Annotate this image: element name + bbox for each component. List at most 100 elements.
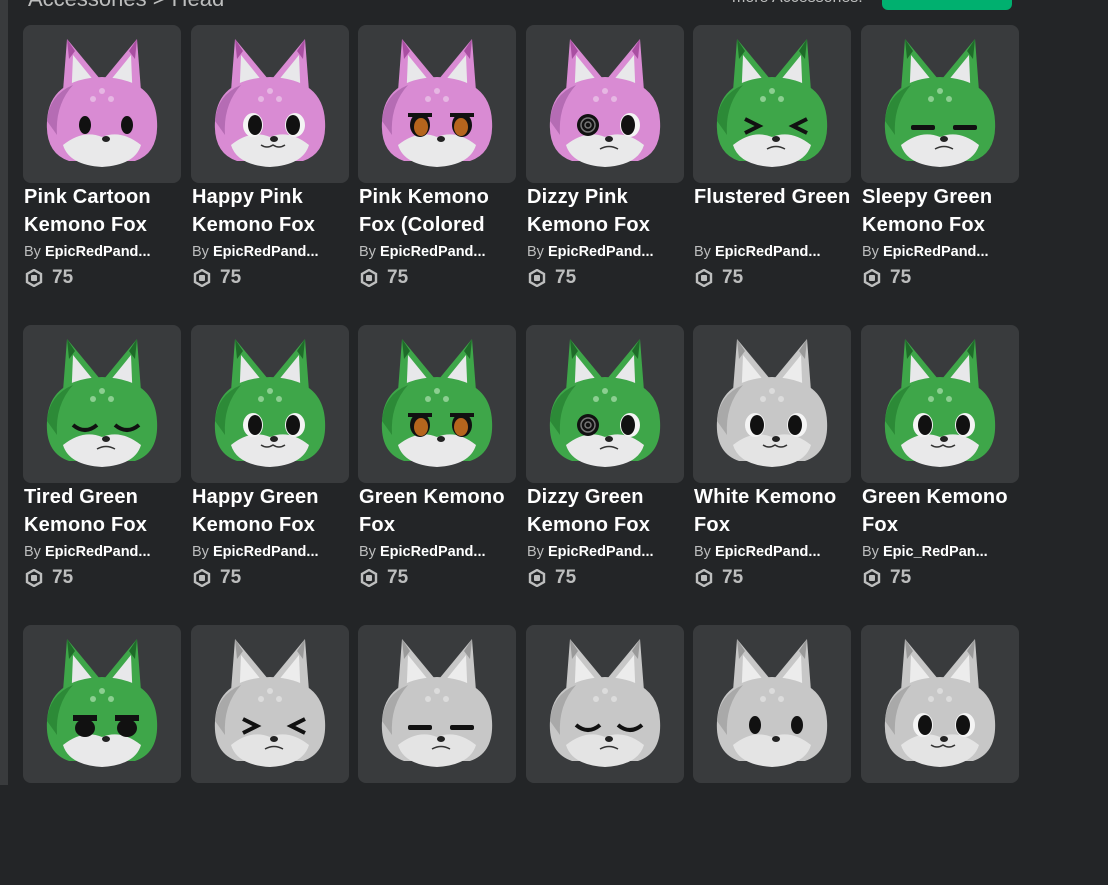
creator-link[interactable]: EpicRedPand... <box>45 544 151 560</box>
item-thumbnail[interactable] <box>526 325 684 483</box>
creator-link[interactable]: EpicRedPand... <box>548 544 654 560</box>
item-card[interactable] <box>693 625 851 885</box>
creator-link[interactable]: EpicRedPand... <box>213 544 319 560</box>
item-card[interactable]: Tired Green Kemono Fox By EpicRedPand...… <box>23 325 184 588</box>
item-card[interactable] <box>861 625 1019 885</box>
creator-by-label: By <box>862 244 879 260</box>
item-name[interactable]: Happy Pink Kemono Fox <box>192 183 352 239</box>
creator-by-label: By <box>359 544 376 560</box>
left-scroll-rail <box>0 0 8 785</box>
robux-icon <box>863 568 881 588</box>
item-card[interactable] <box>358 625 516 885</box>
item-name[interactable]: Sleepy Green Kemono Fox <box>862 183 1022 239</box>
item-name[interactable]: Green Kemono Fox <box>359 483 519 539</box>
item-thumbnail[interactable] <box>358 25 516 183</box>
creator-link[interactable]: EpicRedPand... <box>380 244 486 260</box>
item-thumbnail[interactable] <box>861 325 1019 483</box>
breadcrumb[interactable]: Accessories > Head <box>28 0 224 10</box>
more-accessories-label: more Accessories. <box>732 0 863 8</box>
item-thumbnail[interactable] <box>23 325 181 483</box>
item-card[interactable] <box>191 625 349 885</box>
item-creator: By EpicRedPand... <box>694 543 854 561</box>
robux-icon <box>695 268 713 288</box>
creator-link[interactable]: EpicRedPand... <box>883 244 989 260</box>
item-creator: By EpicRedPand... <box>192 243 352 261</box>
item-creator: By EpicRedPand... <box>694 243 854 261</box>
price-value: 75 <box>555 267 577 288</box>
item-card[interactable]: Dizzy Pink Kemono Fox By EpicRedPand... … <box>526 25 687 288</box>
creator-link[interactable]: EpicRedPand... <box>380 544 486 560</box>
item-name[interactable]: White Kemono Fox <box>694 483 854 539</box>
page-header: Accessories > Head more Accessories. <box>0 0 1108 12</box>
item-name[interactable]: Happy Green Kemono Fox <box>192 483 352 539</box>
item-thumbnail[interactable] <box>191 625 349 783</box>
creator-by-label: By <box>359 244 376 260</box>
item-name[interactable]: Pink Kemono Fox (Colored <box>359 183 519 239</box>
price-value: 75 <box>387 567 409 588</box>
price-value: 75 <box>890 267 912 288</box>
creator-link[interactable]: EpicRedPand... <box>715 544 821 560</box>
item-creator: By EpicRedPand... <box>192 543 352 561</box>
creator-link[interactable]: EpicRedPand... <box>715 244 821 260</box>
robux-icon <box>25 268 43 288</box>
more-accessories-button[interactable] <box>882 0 1012 10</box>
item-creator: By EpicRedPand... <box>527 243 687 261</box>
item-name[interactable]: Pink Cartoon Kemono Fox <box>24 183 184 239</box>
creator-by-label: By <box>24 544 41 560</box>
item-creator: By EpicRedPand... <box>862 243 1022 261</box>
item-creator: By EpicRedPand... <box>24 543 184 561</box>
item-thumbnail[interactable] <box>191 25 349 183</box>
creator-by-label: By <box>192 544 209 560</box>
item-creator: By Epic_RedPan... <box>862 543 1022 561</box>
price-value: 75 <box>220 567 242 588</box>
price-value: 75 <box>220 267 242 288</box>
robux-icon <box>193 268 211 288</box>
item-thumbnail[interactable] <box>693 325 851 483</box>
item-thumbnail[interactable] <box>358 625 516 783</box>
item-card[interactable]: Pink Cartoon Kemono Fox By EpicRedPand..… <box>23 25 184 288</box>
item-card[interactable]: Happy Pink Kemono Fox By EpicRedPand... … <box>191 25 352 288</box>
creator-by-label: By <box>527 544 544 560</box>
creator-by-label: By <box>24 244 41 260</box>
item-thumbnail[interactable] <box>693 625 851 783</box>
price-value: 75 <box>722 567 744 588</box>
item-name[interactable]: Tired Green Kemono Fox <box>24 483 184 539</box>
item-card[interactable]: Flustered Green By EpicRedPand... 75 <box>693 25 854 288</box>
item-card[interactable]: Sleepy Green Kemono Fox By EpicRedPand..… <box>861 25 1022 288</box>
item-card[interactable]: Green Kemono Fox By Epic_RedPan... 75 <box>861 325 1022 588</box>
item-card[interactable] <box>526 625 684 885</box>
creator-by-label: By <box>192 244 209 260</box>
item-thumbnail[interactable] <box>23 25 181 183</box>
item-card[interactable]: Happy Green Kemono Fox By EpicRedPand...… <box>191 325 352 588</box>
item-card[interactable]: Pink Kemono Fox (Colored By EpicRedPand.… <box>358 25 519 288</box>
price-value: 75 <box>555 567 577 588</box>
item-creator: By EpicRedPand... <box>359 243 519 261</box>
price-value: 75 <box>52 267 74 288</box>
creator-link[interactable]: Epic_RedPan... <box>883 544 988 560</box>
robux-icon <box>528 268 546 288</box>
robux-icon <box>695 568 713 588</box>
item-thumbnail[interactable] <box>693 25 851 183</box>
creator-link[interactable]: EpicRedPand... <box>45 244 151 260</box>
creator-link[interactable]: EpicRedPand... <box>548 244 654 260</box>
robux-icon <box>360 568 378 588</box>
item-name[interactable]: Flustered Green <box>694 183 854 239</box>
item-thumbnail[interactable] <box>861 625 1019 783</box>
creator-link[interactable]: EpicRedPand... <box>213 244 319 260</box>
item-thumbnail[interactable] <box>526 25 684 183</box>
item-name[interactable]: Dizzy Pink Kemono Fox <box>527 183 687 239</box>
robux-icon <box>528 568 546 588</box>
item-card[interactable]: White Kemono Fox By EpicRedPand... 75 <box>693 325 854 588</box>
item-name[interactable]: Green Kemono Fox <box>862 483 1022 539</box>
price-value: 75 <box>890 567 912 588</box>
item-card[interactable]: Green Kemono Fox By EpicRedPand... 75 <box>358 325 519 588</box>
item-card[interactable]: Dizzy Green Kemono Fox By EpicRedPand...… <box>526 325 687 588</box>
item-thumbnail[interactable] <box>191 325 349 483</box>
item-name[interactable]: Dizzy Green Kemono Fox <box>527 483 687 539</box>
item-card[interactable] <box>23 625 181 885</box>
item-thumbnail[interactable] <box>358 325 516 483</box>
item-thumbnail[interactable] <box>861 25 1019 183</box>
creator-by-label: By <box>694 244 711 260</box>
item-thumbnail[interactable] <box>23 625 181 783</box>
item-thumbnail[interactable] <box>526 625 684 783</box>
